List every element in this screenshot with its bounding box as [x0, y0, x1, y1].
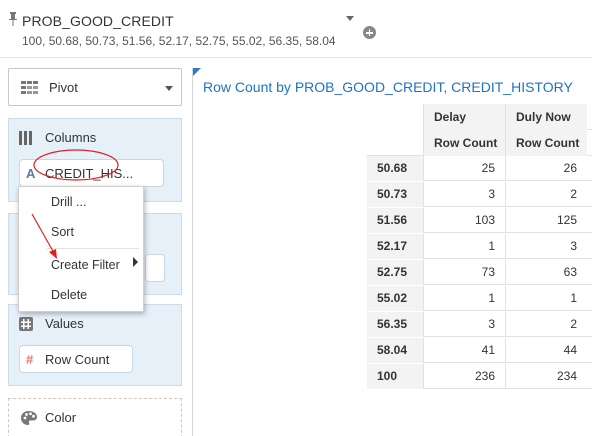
values-label: Values	[45, 316, 84, 331]
viz-type-select[interactable]: Pivot	[8, 68, 182, 106]
menu-item-drill[interactable]: Drill ...	[19, 188, 143, 216]
table-cell[interactable]: 103	[423, 208, 505, 233]
row-header[interactable]: 56.35	[367, 312, 423, 337]
viz-title: Row Count by PROB_GOOD_CREDIT, CREDIT_HI…	[203, 79, 573, 95]
table-cell[interactable]: 3	[505, 234, 587, 259]
table-row: 56.35 3 2	[367, 312, 592, 337]
selection-corner-icon	[193, 68, 201, 76]
hash-icon: #	[26, 352, 34, 367]
table-row: 58.04 41 44	[367, 338, 592, 363]
filter-title: PROB_GOOD_CREDIT	[22, 13, 174, 29]
plus-circle-icon[interactable]	[363, 26, 376, 39]
filter-chip[interactable]: PROB_GOOD_CREDIT 100, 50.68, 50.73, 51.5…	[4, 4, 360, 54]
menu-item-label: Sort	[51, 225, 74, 239]
grid-icon	[21, 81, 38, 94]
table-cell[interactable]: 234	[505, 364, 587, 389]
menu-item-label: Drill ...	[51, 195, 87, 209]
row-header[interactable]: 50.73	[367, 182, 423, 207]
table-row: 50.68 25 26	[367, 156, 592, 181]
pill-label: CREDIT_HIS...	[45, 166, 134, 181]
columns-icon	[19, 131, 32, 145]
pin-icon[interactable]	[8, 12, 18, 26]
table-row: 52.17 1 3	[367, 234, 592, 259]
column-header-duly-now[interactable]: Duly Now	[505, 104, 587, 130]
viz-canvas: Row Count by PROB_GOOD_CREDIT, CREDIT_HI…	[192, 68, 592, 436]
table-cell[interactable]: 125	[505, 208, 587, 233]
table-cell[interactable]: 44	[505, 338, 587, 363]
app-root: PROB_GOOD_CREDIT 100, 50.68, 50.73, 51.5…	[0, 0, 592, 436]
table-cell[interactable]: 3	[423, 182, 505, 207]
row-count-pill[interactable]: # Row Count	[19, 345, 133, 373]
table-cell[interactable]: 41	[423, 338, 505, 363]
table-cell[interactable]: 1	[423, 286, 505, 311]
table-cell[interactable]: 1	[505, 286, 587, 311]
table-cell[interactable]: 26	[505, 156, 587, 181]
pivot-table: Delay Duly Now Row Count Row Count 50.68…	[367, 104, 592, 394]
palette-icon	[21, 411, 37, 425]
row-header[interactable]: 52.17	[367, 234, 423, 259]
menu-item-label: Delete	[51, 288, 88, 302]
row-header[interactable]: 52.75	[367, 260, 423, 285]
attribute-a-icon: A	[26, 166, 36, 181]
columns-label: Columns	[45, 130, 97, 145]
table-cell[interactable]: 1	[423, 234, 505, 259]
pill-label: Row Count	[45, 352, 110, 367]
row-header[interactable]: 51.56	[367, 208, 423, 233]
row-header[interactable]: 58.04	[367, 338, 423, 363]
column-header-delay[interactable]: Delay	[423, 104, 505, 130]
menu-item-delete[interactable]: Delete	[19, 281, 143, 309]
credit-history-pill[interactable]: A CREDIT_HIS...	[19, 159, 164, 187]
chevron-down-icon[interactable]	[346, 16, 354, 21]
filter-bar: PROB_GOOD_CREDIT 100, 50.68, 50.73, 51.5…	[0, 0, 592, 58]
menu-separator	[47, 248, 139, 249]
rows-pill[interactable]	[145, 254, 165, 282]
table-cell[interactable]: 25	[423, 156, 505, 181]
filter-values: 100, 50.68, 50.73, 51.56, 52.17, 52.75, …	[22, 34, 336, 48]
table-cell[interactable]: 2	[505, 312, 587, 337]
color-slot[interactable]: Color	[8, 398, 182, 436]
table-cell[interactable]: 236	[423, 364, 505, 389]
table-row: 55.02 1 1	[367, 286, 592, 311]
color-label: Color	[45, 410, 77, 425]
viz-type-label: Pivot	[49, 80, 78, 95]
row-header[interactable]: 100	[367, 364, 423, 389]
measure-header-row: Row Count Row Count	[423, 130, 592, 156]
chevron-down-icon[interactable]	[165, 86, 173, 91]
menu-item-create-filter[interactable]: Create Filter	[19, 251, 143, 279]
table-cell[interactable]: 3	[423, 312, 505, 337]
row-header[interactable]: 55.02	[367, 286, 423, 311]
table-row: 52.75 73 63	[367, 260, 592, 285]
measure-header[interactable]: Row Count	[505, 130, 587, 156]
column-header-row: Delay Duly Now	[423, 104, 592, 130]
table-cell[interactable]: 2	[505, 182, 587, 207]
context-menu: Drill ... Sort Create Filter Delete	[18, 186, 144, 312]
table-row: 51.56 103 125	[367, 208, 592, 233]
menu-item-label: Create Filter	[51, 258, 120, 272]
row-header[interactable]: 50.68	[367, 156, 423, 181]
values-section[interactable]: Values # Row Count	[8, 304, 182, 386]
measure-header[interactable]: Row Count	[423, 130, 505, 156]
pivot-corner	[367, 104, 423, 156]
table-cell[interactable]: 73	[423, 260, 505, 285]
table-row: 100 236 234	[367, 364, 592, 389]
table-cell[interactable]: 63	[505, 260, 587, 285]
hash-icon	[19, 317, 33, 331]
table-row: 50.73 3 2	[367, 182, 592, 207]
menu-item-sort[interactable]: Sort	[19, 218, 143, 267]
